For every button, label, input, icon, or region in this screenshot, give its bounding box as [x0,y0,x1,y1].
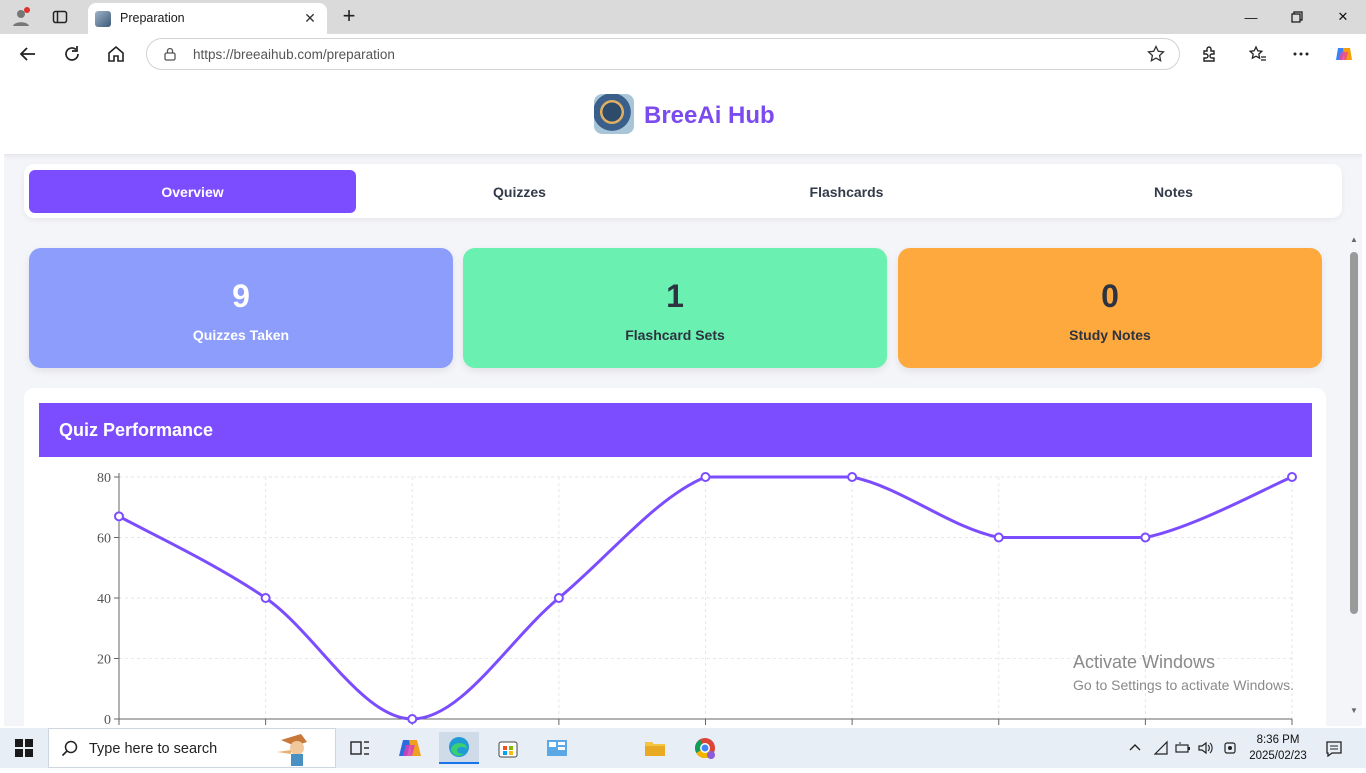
y-tick-label: 60 [97,532,111,547]
control-panel-icon[interactable] [537,732,577,764]
tab-flashcards[interactable]: Flashcards [683,170,1010,213]
start-button[interactable] [0,728,48,768]
lock-icon[interactable] [163,47,177,61]
edge-browser-icon[interactable] [439,732,479,764]
tab-quizzes[interactable]: Quizzes [356,170,683,213]
page-content: BreeAi Hub Overview Quizzes Flashcards N… [4,74,1362,726]
scrollbar-thumb[interactable] [1350,252,1358,614]
url-text[interactable]: https://breeaihub.com/preparation [193,47,395,62]
data-point [553,593,564,603]
activate-windows-watermark: Activate Windows Go to Settings to activ… [1073,652,1294,693]
close-window-icon[interactable]: ✕ [1328,6,1358,28]
site-title: BreeAi Hub [644,102,775,129]
stat-value: 1 [666,278,684,314]
profile-icon[interactable] [9,6,33,28]
new-tab-icon[interactable]: + [338,5,360,27]
clock-date: 2025/02/23 [1249,750,1307,762]
page-scrollbar[interactable]: ▲ ▼ [1346,232,1362,720]
windows-logo-icon [15,739,33,757]
data-point [114,511,124,522]
data-point [1287,472,1297,482]
y-tick-label: 80 [97,471,111,486]
data-point [700,472,711,482]
stat-label: Flashcard Sets [625,327,725,343]
meet-now-icon[interactable] [1222,740,1238,756]
more-options-icon[interactable] [1290,43,1312,65]
browser-tab[interactable]: Preparation ✕ [88,3,327,34]
home-icon[interactable] [105,43,127,65]
stat-card-quizzes: 9 Quizzes Taken [29,248,453,368]
browser-toolbar: https://breeaihub.com/preparation [0,34,1366,74]
data-point [1140,532,1151,543]
volume-icon[interactable] [1197,740,1213,756]
section-tabs: Overview Quizzes Flashcards Notes [24,164,1342,218]
watermark-line2: Go to Settings to activate Windows. [1073,677,1294,693]
taskbar-search[interactable]: Type here to search [48,728,336,768]
stat-label: Study Notes [1069,327,1151,343]
y-tick-label: 0 [104,713,111,726]
close-tab-icon[interactable]: ✕ [301,9,319,27]
scroll-up-icon[interactable]: ▲ [1349,235,1359,245]
system-clock[interactable]: 8:36 PM 2025/02/23 [1241,732,1315,764]
restore-icon[interactable] [1282,6,1312,28]
file-explorer-icon[interactable] [635,732,675,764]
back-icon[interactable] [17,43,39,65]
tab-notes[interactable]: Notes [1010,170,1337,213]
copilot-icon[interactable] [1333,43,1355,65]
search-placeholder[interactable]: Type here to search [89,741,217,757]
notifications-icon[interactable] [1325,740,1342,758]
stat-label: Quizzes Taken [192,327,290,343]
search-highlight-image [267,730,327,768]
network-icon[interactable] [1153,740,1169,756]
extensions-icon[interactable] [1198,43,1220,65]
stat-value: 0 [1101,278,1119,314]
minimize-icon[interactable]: — [1236,6,1266,28]
tray-chevron-icon[interactable] [1127,740,1143,756]
site-header: BreeAi Hub [4,74,1362,155]
site-favicon-icon [95,11,111,27]
data-point [407,714,418,724]
stat-card-notes: 0 Study Notes [898,248,1322,368]
data-point [260,593,271,603]
brand-logo [594,94,634,134]
battery-icon[interactable] [1175,740,1191,756]
search-icon [61,740,79,763]
stat-value: 9 [232,278,250,314]
task-view-icon[interactable] [340,732,380,764]
tab-title: Preparation [120,11,185,25]
copilot-taskbar-icon[interactable] [390,732,430,764]
scroll-down-icon[interactable]: ▼ [1349,706,1359,716]
browser-titlebar: Preparation ✕ + — ✕ [0,0,1366,34]
watermark-line1: Activate Windows [1073,652,1216,672]
stat-card-flashcards: 1 Flashcard Sets [463,248,887,368]
refresh-icon[interactable] [61,43,83,65]
tab-overview[interactable]: Overview [29,170,356,213]
favorites-icon[interactable] [1247,43,1269,65]
y-tick-label: 40 [97,592,111,607]
windows-taskbar: Type here to search 8:36 PM 2025/02/23 [0,728,1366,768]
chrome-icon[interactable] [685,732,725,764]
store-icon[interactable] [488,732,528,764]
data-point [993,532,1004,543]
tab-actions-icon[interactable] [48,6,72,28]
favorite-star-icon[interactable] [1147,44,1165,63]
y-tick-label: 20 [97,653,111,668]
address-bar[interactable]: https://breeaihub.com/preparation [146,38,1180,70]
data-point [847,472,858,482]
clock-time: 8:36 PM [1256,734,1300,746]
